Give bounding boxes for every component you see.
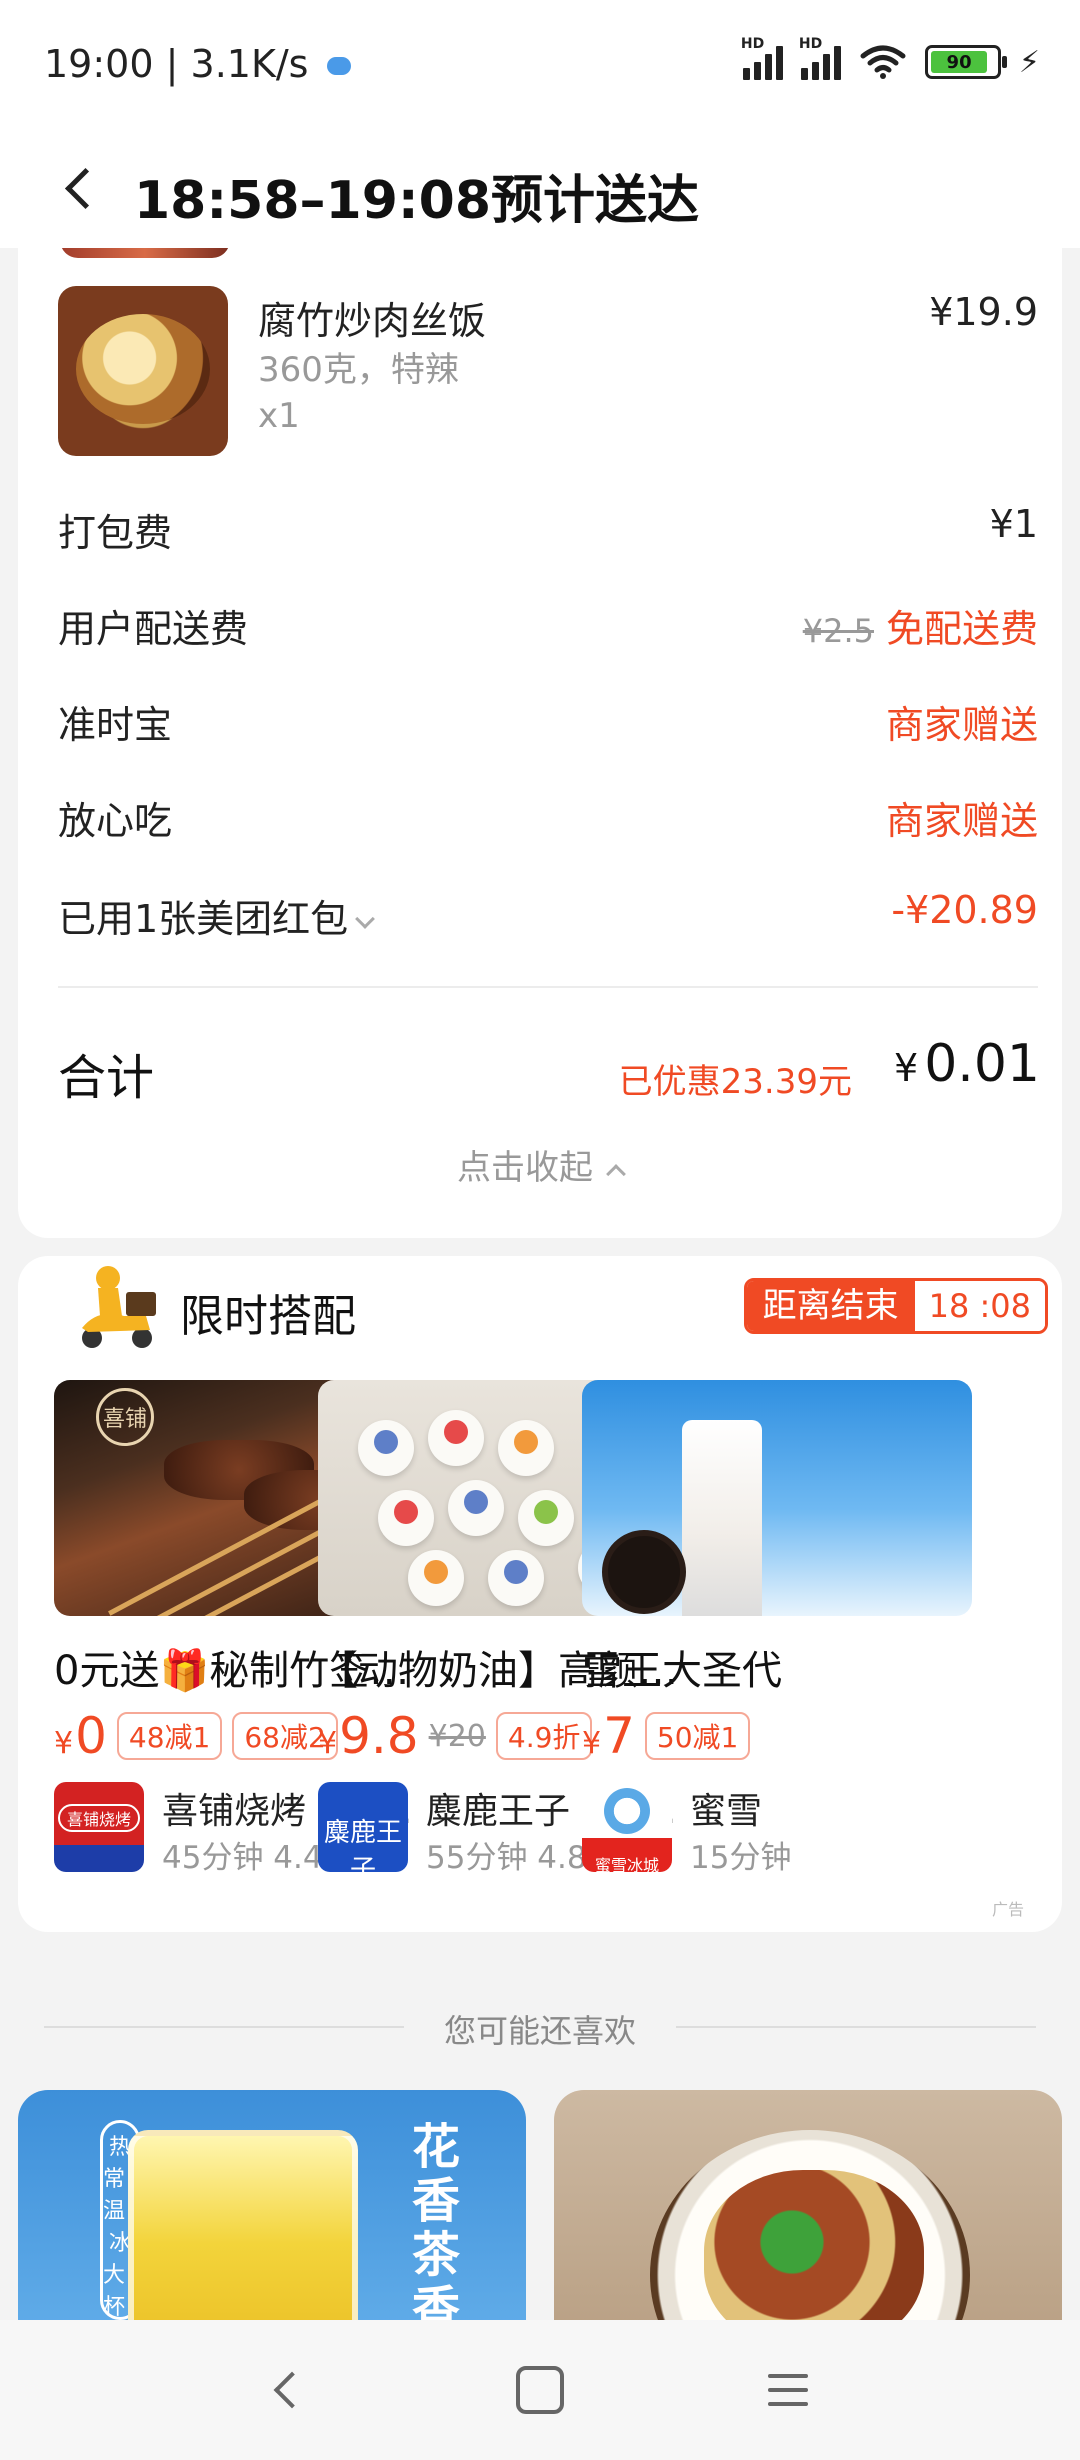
signal-icon: HD (799, 36, 841, 80)
divider (58, 986, 1038, 988)
chevron-up-icon (606, 1164, 626, 1184)
packing-fee-row: 打包费 ¥1 (58, 502, 1038, 562)
red-packet-label: 已用1张美团红包 (58, 897, 349, 941)
nav-home-button[interactable] (508, 2358, 572, 2422)
combo-product[interactable]: 雪王大圣代 ¥7 50减1 蜜雪冰城 蜜雪 15分钟 (582, 1380, 972, 1876)
fee-value: ¥1 (989, 502, 1038, 546)
page-title: 18:58–19:08预计送达 (134, 171, 700, 231)
back-button[interactable] (52, 160, 108, 216)
price-number: 9.8 (339, 1707, 419, 1765)
fee-value: 商家赠送 (885, 799, 1038, 843)
battery-level: 90 (930, 51, 988, 73)
total-amount: ¥0.01 (894, 1034, 1040, 1094)
saved-amount: 已优惠23.39元 (618, 1062, 852, 1102)
recommend-header: 您可能还喜欢 (0, 2000, 1080, 2060)
status-icons: HD HD 90 ⚡ (741, 36, 1040, 80)
shop-name: 蜜雪 (690, 1791, 763, 1832)
countdown-timer: 距离结束 18 :08 (743, 1278, 1048, 1334)
item-price: ¥19.9 (929, 290, 1038, 334)
product-price: ¥9.8 (318, 1707, 419, 1765)
cloud-icon (326, 57, 351, 75)
fee-label: 打包费 (58, 511, 173, 555)
total-number: 0.01 (924, 1034, 1040, 1094)
product-name: 雪王大圣代 (582, 1648, 782, 1694)
food-safety-row: 放心吃 商家赠送 (58, 790, 1038, 850)
hd-label: HD (798, 36, 823, 52)
product-price: ¥7 (582, 1707, 635, 1765)
price-number: 7 (603, 1707, 635, 1765)
price-line: ¥7 50减1 (582, 1707, 972, 1765)
status-separator: | (165, 42, 179, 86)
delivery-fee-row: 用户配送费 ¥2.5 免配送费 (58, 598, 1038, 658)
shop-logo: 蜜雪冰城 (582, 1782, 672, 1872)
battery-icon: 90 (924, 45, 1007, 79)
network-speed: 3.1K/s (190, 42, 309, 86)
shop-logo-text: 蜜雪冰城 (594, 1856, 659, 1872)
currency-symbol: ¥ (54, 1726, 74, 1761)
price-number: 0 (75, 1707, 107, 1765)
lightning-icon: ⚡ (1018, 44, 1040, 80)
red-packet-row[interactable]: 已用1张美团红包 -¥20.89 (58, 888, 1038, 948)
countdown-label: 距离结束 (746, 1281, 915, 1331)
discount-tag: 48减1 (116, 1712, 223, 1760)
collapse-button[interactable]: 点击收起 (18, 1140, 1062, 1189)
shop-meta: 15分钟 (690, 1840, 792, 1876)
order-detail-card: 腐竹炒肉丝饭 360克，特辣 x1 ¥19.9 打包费 ¥1 用户配送费 ¥2.… (18, 248, 1062, 1238)
status-bar: 19:00 | 3.1K/s HD HD 90 ⚡ (0, 0, 1080, 130)
item-image (58, 286, 228, 456)
item-name: 腐竹炒肉丝饭 (258, 299, 487, 343)
ad-label: 广告 (991, 1900, 1024, 1919)
original-fee: ¥2.5 (802, 612, 874, 650)
order-item[interactable]: 腐竹炒肉丝饭 360克，特辣 x1 ¥19.9 (58, 286, 1038, 456)
chevron-down-icon (355, 909, 376, 929)
previous-item-image (60, 248, 230, 258)
total-label: 合计 (58, 1050, 155, 1106)
shop-logo-text: 喜铺烧烤 (58, 1804, 140, 1832)
discount-tag: 50减1 (644, 1712, 751, 1760)
original-price: ¥20 (428, 1718, 486, 1754)
fee-value: 商家赠送 (885, 703, 1038, 747)
item-quantity: x1 (258, 396, 300, 436)
fee-label: 准时宝 (58, 703, 173, 747)
fee-label: 用户配送费 (58, 607, 249, 651)
discount-tag: 4.9折 (495, 1712, 593, 1760)
wifi-icon (860, 45, 906, 79)
free-delivery-label: 免配送费 (885, 607, 1038, 651)
limited-time-combo: 限时搭配 距离结束 18 :08 喜铺 0元送🎁秘制竹签… ¥0 48减1 68… (18, 1256, 1062, 1932)
product-image (582, 1380, 972, 1616)
shop-logo: 喜铺烧烤 (54, 1782, 144, 1872)
currency-symbol: ¥ (318, 1726, 338, 1761)
recommend-title: 您可能还喜欢 (443, 2012, 636, 2050)
nav-back-button[interactable] (256, 2358, 320, 2422)
system-nav-bar (0, 2320, 1080, 2460)
page-header: 18:58–19:08预计送达 (0, 130, 1080, 248)
countdown-time: 18 :08 (914, 1281, 1045, 1331)
product-price: ¥0 (54, 1707, 107, 1765)
delivery-rider-icon (82, 1266, 156, 1348)
currency-symbol: ¥ (582, 1726, 602, 1761)
shop-logo: 麋鹿王子 (318, 1782, 408, 1872)
clock: 19:00 (44, 42, 154, 86)
nav-menu-button[interactable] (756, 2358, 820, 2422)
divider (676, 2026, 1036, 2028)
fee-label[interactable]: 已用1张美团红包 (58, 888, 376, 943)
card-slogan: 花香茶香 (411, 2119, 460, 2337)
collapse-label: 点击收起 (457, 1148, 593, 1188)
fee-value: ¥2.5 免配送费 (803, 598, 1038, 653)
shop-logo-text: 麋鹿王子 (323, 1818, 402, 1872)
item-spec: 360克，特辣 (258, 350, 459, 390)
on-time-guarantee-row: 准时宝 商家赠送 (58, 694, 1038, 754)
hd-label: HD (740, 36, 765, 52)
combo-title: 限时搭配 (180, 1291, 356, 1342)
status-time: 19:00 | 3.1K/s (44, 42, 351, 86)
signal-icon: HD (741, 36, 783, 80)
shop-info: 蜜雪冰城 蜜雪 15分钟 (582, 1782, 972, 1876)
fee-label: 放心吃 (58, 799, 173, 843)
currency-symbol: ¥ (894, 1046, 919, 1090)
image-logo: 喜铺 (96, 1388, 154, 1446)
discount-value: -¥20.89 (891, 888, 1038, 932)
